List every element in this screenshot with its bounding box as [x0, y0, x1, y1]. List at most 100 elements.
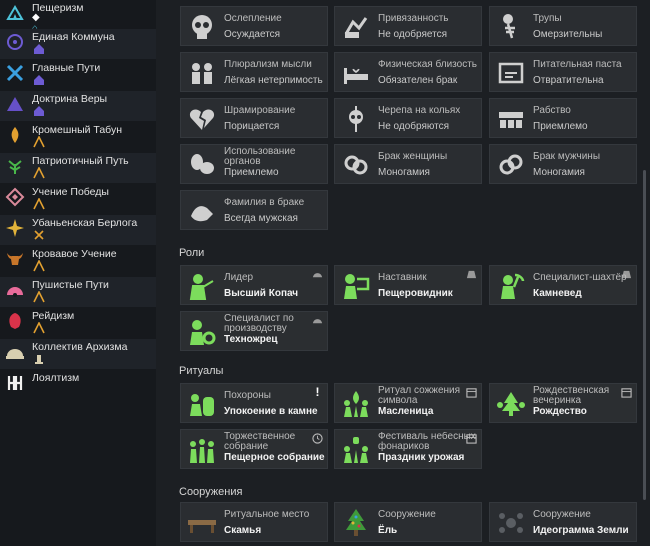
- star-icon: [6, 219, 24, 237]
- xmas-icon: [497, 392, 525, 416]
- sidebar-item-label: Убаньенская Берлога: [32, 217, 138, 229]
- precept-title: Плюрализм мысли: [224, 59, 312, 70]
- precept-title: Физическая близость: [378, 59, 478, 70]
- ritual-cell[interactable]: Торжественное собрание Пещерное собрание: [180, 429, 328, 469]
- sidebar-item-loyalty[interactable]: Лоялтизм: [0, 370, 156, 400]
- skull-spike-icon: [349, 106, 363, 132]
- precept-cell[interactable]: Трупы Омерзительны: [489, 6, 637, 46]
- sidebar-item-label: Главные Пути: [32, 62, 101, 74]
- hh-icon: [7, 376, 23, 390]
- tent-icon: [33, 198, 45, 210]
- precept-cell[interactable]: Использование органов Приемлемо: [180, 144, 328, 184]
- role-cell[interactable]: Лидер Высший Копач: [180, 265, 328, 305]
- precept-title: Питательная паста: [533, 59, 622, 70]
- ritual-cell[interactable]: Фестиваль небесных фонариков Праздник ур…: [334, 429, 482, 469]
- sidebar-item-fluffy[interactable]: Пушистые Пути: [0, 277, 156, 307]
- bond-icon: [344, 17, 368, 38]
- broken-heart-icon: [189, 109, 215, 130]
- precept-cell[interactable]: Привязанность Не одобряется: [334, 6, 482, 46]
- ideoligion-sidebar: Пещеризм ◆ ⌂ Единая Коммуна Главные Пути…: [0, 0, 156, 546]
- building-value: Ёль: [378, 525, 398, 536]
- ritual-value: Рождество: [533, 406, 587, 417]
- role-cell[interactable]: Специалист-шахтёр Камневед: [489, 265, 637, 305]
- building-cell[interactable]: Сооружение Идеограмма Земли: [489, 502, 637, 542]
- triangle-icon: [7, 97, 23, 111]
- sidebar-item-dark-herd[interactable]: Кромешный Табун: [0, 122, 156, 152]
- bench-icon: [188, 520, 216, 533]
- precept-cell[interactable]: Плюрализм мысли Лёгкая нетерпимость: [180, 52, 328, 92]
- precept-value: Обязателен брак: [378, 75, 458, 86]
- role-title: Специалист по производству: [224, 314, 294, 334]
- precept-title: Брак мужчины: [533, 151, 601, 162]
- sidebar-item-blood[interactable]: Кровавое Учение: [0, 246, 156, 276]
- precept-cell[interactable]: Ослепление Осуждается: [180, 6, 328, 46]
- sidebar-item-cave[interactable]: Пещеризм ◆ ⌂: [0, 0, 156, 34]
- precept-cell[interactable]: Черепа на кольях Не одобряются: [334, 98, 482, 138]
- sidebar-item-lair[interactable]: Убаньенская Берлога: [0, 215, 156, 245]
- building-value: Скамья: [224, 525, 262, 536]
- burn-icon: [344, 391, 368, 417]
- role-title: Специалист-шахтёр: [533, 272, 627, 283]
- sidebar-item-label: Кромешный Табун: [32, 124, 123, 136]
- ritual-cell[interactable]: Рождественская вечеринка Рождество: [489, 383, 637, 423]
- precept-cell[interactable]: Брак мужчины Моногамия: [489, 144, 637, 184]
- precept-cell[interactable]: Рабство Приемлемо: [489, 98, 637, 138]
- role-cell[interactable]: Наставник Пещеровидник: [334, 265, 482, 305]
- precept-cell[interactable]: Питательная паста Отвратительна: [489, 52, 637, 92]
- sidebar-item-victory[interactable]: Учение Победы: [0, 184, 156, 214]
- precept-cell[interactable]: Шрамирование Порицается: [180, 98, 328, 138]
- precept-title: Брак женщины: [378, 151, 448, 162]
- house-icon: [34, 44, 44, 54]
- flame-icon: [11, 127, 19, 143]
- scrollbar[interactable]: [643, 170, 646, 500]
- ring-male-icon: [499, 154, 523, 175]
- ritual-value: Упокоение в камне: [224, 406, 318, 417]
- minds-icon: [192, 63, 212, 84]
- precept-value: Омерзительны: [533, 29, 603, 40]
- precept-cell[interactable]: Брак женщины Моногамия: [334, 144, 482, 184]
- sidebar-item-patriotic[interactable]: Патриотичный Путь: [0, 153, 156, 183]
- gear-person-icon: [190, 320, 216, 345]
- precept-cell[interactable]: Физическая близость Обязателен брак: [334, 52, 482, 92]
- ritual-value: Праздник урожая: [378, 452, 465, 463]
- precept-title: Использование органов: [224, 147, 296, 167]
- sidebar-item-label: Коллектив Архизма: [32, 341, 128, 353]
- precept-value: Лёгкая нетерпимость: [224, 75, 323, 86]
- precept-value: Приемлемо: [224, 167, 279, 178]
- precept-value: Моногамия: [378, 167, 430, 178]
- ritual-cell[interactable]: ! Похороны Упокоение в камне: [180, 383, 328, 423]
- gathering-icon: [190, 439, 214, 463]
- sidebar-item-label: Кровавое Учение: [32, 248, 117, 260]
- sidebar-item-label: Учение Победы: [32, 186, 109, 198]
- tree-icon: [346, 509, 366, 536]
- role-value: Камневед: [533, 288, 582, 299]
- sidebar-item-commune[interactable]: Единая Коммуна: [0, 29, 156, 59]
- sidebar-item-doctrine[interactable]: Доктрина Веры: [0, 91, 156, 121]
- sidebar-item-archism[interactable]: Коллектив Архизма: [0, 339, 156, 369]
- hat-icon: [312, 273, 323, 278]
- precept-cell[interactable]: Фамилия в браке Всегда мужская: [180, 190, 328, 230]
- building-value: Идеограмма Земли: [533, 525, 629, 536]
- cave-icon: [6, 5, 24, 20]
- role-title: Наставник: [378, 272, 427, 283]
- precept-title: Трупы: [533, 13, 562, 24]
- sidebar-item-label: Единая Коммуна: [32, 31, 115, 43]
- sidebar-item-main-paths[interactable]: Главные Пути: [0, 60, 156, 90]
- tent-icon: [33, 136, 45, 148]
- tent-icon: [33, 167, 45, 179]
- role-cell[interactable]: Специалист по производству Техножрец: [180, 311, 328, 351]
- hat-icon: [466, 270, 477, 279]
- precept-title: Фамилия в браке: [224, 197, 305, 208]
- role-title: Лидер: [224, 272, 254, 283]
- ritual-value: Пещерное собрание: [224, 452, 325, 463]
- precept-title: Ослепление: [224, 13, 282, 24]
- precept-title: Рабство: [533, 105, 571, 116]
- building-cell[interactable]: Сооружение Ёль: [334, 502, 482, 542]
- sidebar-item-raid[interactable]: Рейдизм: [0, 308, 156, 338]
- ritual-cell[interactable]: Ритуал сожжения символа Масленица: [334, 383, 482, 423]
- bed-icon: [344, 68, 368, 84]
- precept-value: Осуждается: [224, 29, 281, 40]
- building-cell[interactable]: Ритуальное место Скамья: [180, 502, 328, 542]
- ritual-value: Масленица: [378, 406, 434, 417]
- tent-icon: [33, 322, 45, 334]
